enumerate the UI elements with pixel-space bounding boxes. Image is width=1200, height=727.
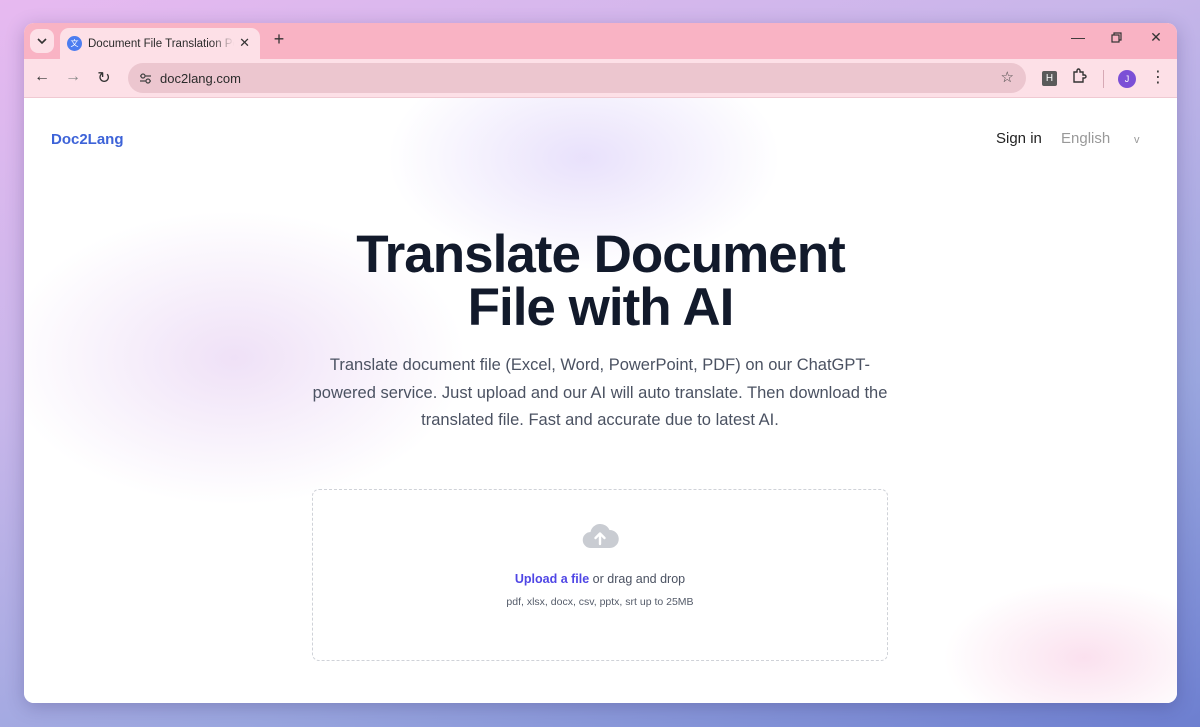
tab-title: Document File Translation Powered by AI — [88, 37, 234, 50]
close-icon[interactable]: ✕ — [239, 35, 250, 51]
extension-icon[interactable]: H — [1042, 71, 1057, 86]
sign-in-link[interactable]: Sign in — [996, 130, 1042, 147]
puzzle-icon[interactable] — [1071, 68, 1087, 89]
upload-file-link[interactable]: Upload a file — [515, 572, 589, 586]
reload-icon[interactable]: ↻ — [93, 68, 115, 88]
hero-subtitle: Translate document file (Excel, Word, Po… — [312, 356, 888, 429]
language-select[interactable]: English — [1061, 130, 1110, 147]
tab-search-icon[interactable] — [30, 29, 54, 53]
chevron-down-icon[interactable]: v — [1134, 134, 1140, 146]
plus-icon[interactable]: + — [268, 29, 290, 50]
page-content: Doc2Lang Sign in English v Translate Doc… — [24, 98, 1177, 703]
avatar[interactable]: J — [1118, 70, 1136, 88]
site-logo[interactable]: Doc2Lang — [51, 131, 124, 148]
active-tab[interactable]: 文 Document File Translation Powered by A… — [60, 28, 260, 59]
minimize-icon[interactable]: — — [1066, 29, 1090, 45]
window-close-icon[interactable]: ✕ — [1144, 29, 1168, 46]
browser-toolbar: ← → ↻ doc2lang.com ☆ H J ⋮ — [24, 59, 1177, 98]
back-icon[interactable]: ← — [31, 68, 53, 86]
translate-favicon: 文 — [67, 36, 82, 51]
toolbar-divider — [1103, 70, 1104, 88]
site-info-icon[interactable] — [134, 67, 156, 89]
page-title: Translate Document File with AI — [24, 228, 1177, 334]
drag-drop-text: or drag and drop — [589, 572, 686, 586]
hero-title-line-2: File with AI — [467, 278, 735, 337]
star-icon[interactable]: ☆ — [1001, 68, 1014, 86]
supported-formats: pdf, xlsx, docx, csv, pptx, srt up to 25… — [506, 596, 694, 608]
upload-dropzone[interactable]: Upload a file or drag and drop pdf, xlsx… — [312, 489, 888, 661]
hero-title-line-1: Translate Document — [356, 225, 846, 284]
address-bar[interactable]: doc2lang.com ☆ — [128, 63, 1026, 93]
kebab-menu-icon[interactable]: ⋮ — [1150, 67, 1166, 87]
upload-instructions: Upload a file or drag and drop — [313, 572, 887, 586]
restore-icon[interactable] — [1104, 29, 1128, 46]
url-text[interactable]: doc2lang.com — [160, 71, 241, 86]
cloud-upload-icon — [582, 523, 619, 549]
tab-strip: 文 Document File Translation Powered by A… — [24, 23, 1177, 59]
browser-window: 文 Document File Translation Powered by A… — [24, 23, 1177, 703]
forward-icon[interactable]: → — [62, 68, 84, 86]
